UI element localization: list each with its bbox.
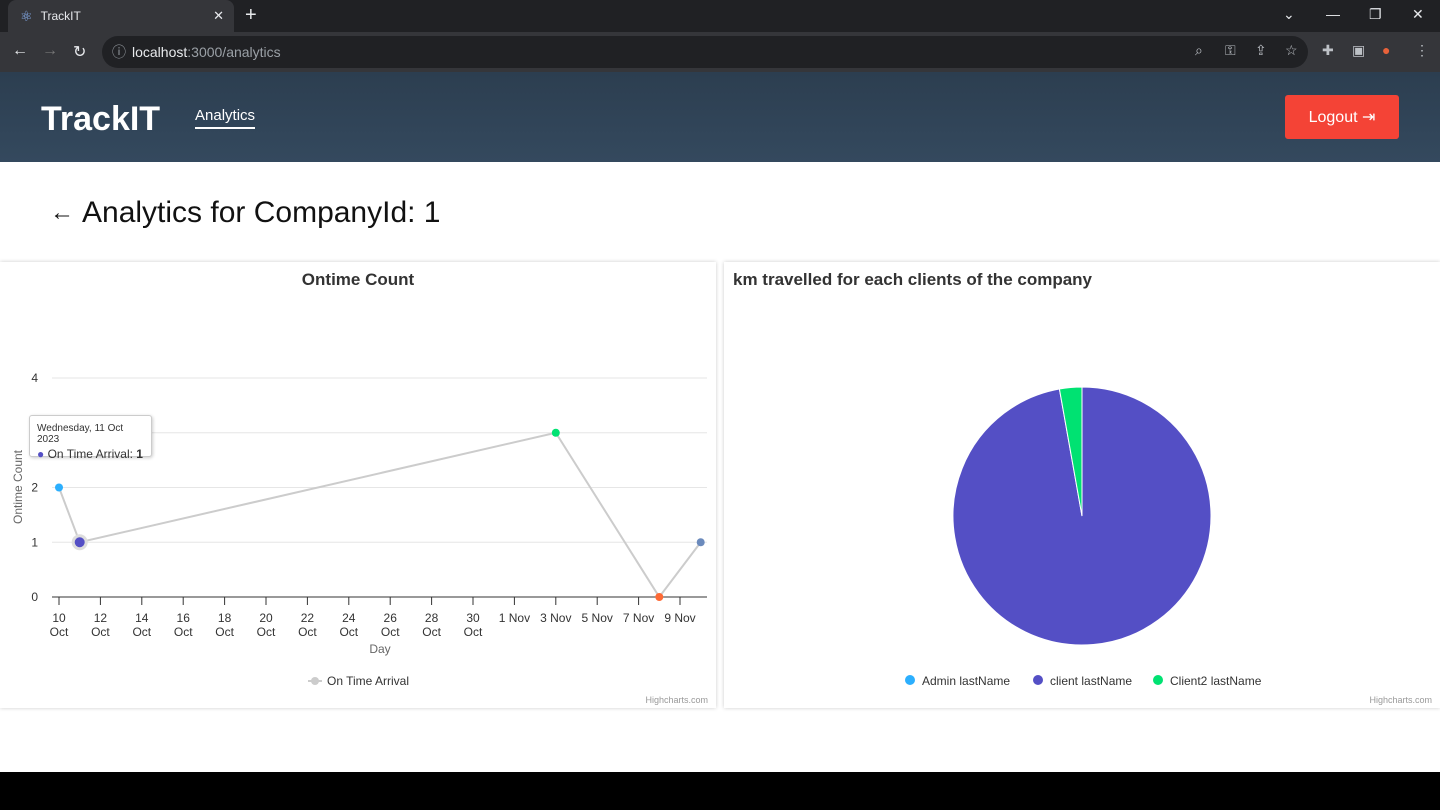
x-tick-label: Oct — [132, 625, 151, 639]
page: TrackIT Analytics Logout ⇥ ← Analytics fo… — [0, 72, 1440, 772]
x-tick-label: Oct — [91, 625, 110, 639]
x-tick-label: 20 — [259, 611, 273, 625]
km-pie-chart: km travelled for each clients of the com… — [724, 262, 1440, 708]
x-tick-label: 1 Nov — [499, 611, 530, 625]
x-tick-label: 24 — [342, 611, 356, 625]
tooltip-value: 1 — [136, 447, 143, 461]
x-tick-label: Oct — [50, 625, 69, 639]
brand-logo[interactable]: TrackIT — [41, 100, 160, 139]
x-tick-label: 26 — [384, 611, 398, 625]
data-point — [551, 428, 560, 437]
menu-icon[interactable]: ⋮ — [1415, 42, 1429, 59]
sidepanel-icon[interactable]: ▣ — [1352, 42, 1365, 59]
ontime-chart: Ontime Count0123410Oct12Oct14Oct16Oct18O… — [0, 262, 716, 708]
app-header: TrackIT Analytics Logout ⇥ — [0, 72, 1440, 162]
x-tick-label: 14 — [135, 611, 149, 625]
info-icon: ⓘ — [112, 44, 126, 60]
x-tick-label: 7 Nov — [623, 611, 654, 625]
series-line — [58, 431, 702, 599]
highcharts-credit[interactable]: Highcharts.com — [1369, 695, 1432, 705]
new-tab-icon[interactable]: + — [245, 4, 257, 27]
close-window-icon[interactable]: ✕ — [1412, 6, 1424, 23]
minimize-icon[interactable]: — — [1326, 6, 1340, 22]
legend-symbol — [311, 677, 319, 685]
reload-icon[interactable]: ↻ — [73, 42, 86, 62]
share-icon[interactable]: ⇪ — [1255, 42, 1267, 59]
key-icon[interactable]: ⚿ — [1225, 42, 1236, 59]
legend-item: Client2 lastName — [1170, 674, 1262, 688]
x-tick-label: 9 Nov — [664, 611, 695, 625]
data-point — [55, 483, 63, 492]
browser-toolbar: ← → ↻ ⓘ localhost:3000/analytics ⌕ ⚿ ⇪ ☆ … — [0, 32, 1440, 72]
x-tick-label: Oct — [174, 625, 193, 639]
browser-tab[interactable]: ⚛ TrackIT ✕ — [8, 0, 234, 32]
url-path: :3000/analytics — [187, 44, 281, 60]
y-axis-title: Ontime Count — [11, 449, 25, 524]
restore-icon[interactable]: ❐ — [1369, 6, 1382, 23]
url-host: localhost — [132, 44, 188, 60]
star-icon[interactable]: ☆ — [1285, 42, 1298, 59]
y-tick-label: 1 — [31, 535, 38, 549]
tooltip-date: Wednesday, 11 Oct 2023 — [37, 423, 124, 445]
legend-item: Admin lastName — [922, 674, 1010, 688]
data-point — [655, 593, 664, 601]
zoom-icon[interactable]: ⌕ — [1195, 42, 1203, 59]
nav-analytics[interactable]: Analytics — [195, 107, 256, 129]
x-tick-label: Oct — [298, 625, 317, 639]
x-tick-label: Oct — [339, 625, 358, 639]
close-tab-icon[interactable]: ✕ — [213, 8, 224, 24]
back-icon[interactable]: ← — [12, 42, 28, 60]
x-tick-label: 12 — [94, 611, 108, 625]
browser-tabbar: ⚛ TrackIT ✕ + ⌄ — ❐ ✕ — [0, 0, 1440, 32]
tab-search-icon[interactable]: ⌄ — [1283, 6, 1295, 23]
data-point — [74, 537, 85, 548]
highcharts-credit[interactable]: Highcharts.com — [645, 695, 708, 705]
logout-button[interactable]: Logout ⇥ — [1285, 95, 1399, 139]
taskbar — [0, 772, 1440, 810]
x-tick-label: Oct — [215, 625, 234, 639]
tab-title: TrackIT — [40, 9, 81, 23]
y-tick-label: 2 — [31, 481, 38, 495]
legend-symbol — [1033, 675, 1043, 685]
x-tick-label: 10 — [52, 611, 66, 625]
x-tick-label: Oct — [257, 625, 276, 639]
chart-title: km travelled for each clients of the com… — [733, 270, 1093, 289]
x-tick-label: 16 — [177, 611, 191, 625]
forward-icon[interactable]: → — [42, 42, 58, 60]
page-title: ← Analytics for CompanyId: 1 — [50, 196, 441, 230]
extensions-icon[interactable]: ✚ — [1322, 42, 1334, 59]
logout-icon: ⇥ — [1361, 109, 1376, 126]
chart-tooltip: Wednesday, 11 Oct 2023 ● On Time Arrival… — [29, 415, 152, 461]
x-tick-label: Oct — [464, 625, 483, 639]
x-tick-label: Oct — [381, 625, 400, 639]
x-tick-label: 28 — [425, 611, 439, 625]
x-tick-label: 30 — [466, 611, 480, 625]
react-icon: ⚛ — [20, 7, 33, 24]
y-tick-label: 0 — [31, 590, 38, 604]
logout-label: Logout — [1308, 109, 1358, 126]
profile-avatar[interactable]: ● — [1382, 42, 1390, 58]
arrow-left-icon[interactable]: ← — [50, 199, 74, 227]
x-tick-label: 3 Nov — [540, 611, 571, 625]
x-tick-label: 18 — [218, 611, 232, 625]
legend-item: client lastName — [1050, 674, 1132, 688]
data-point — [696, 538, 705, 547]
legend-item: On Time Arrival — [327, 674, 409, 688]
tooltip-label: On Time Arrival: — [47, 447, 137, 461]
legend-symbol — [1153, 675, 1163, 685]
y-tick-label: 4 — [31, 371, 38, 385]
x-tick-label: Oct — [422, 625, 441, 639]
chart-title: Ontime Count — [302, 270, 415, 289]
legend-symbol — [905, 675, 915, 685]
x-axis-title: Day — [369, 642, 390, 656]
x-tick-label: 5 Nov — [582, 611, 613, 625]
address-bar[interactable]: ⓘ localhost:3000/analytics — [102, 36, 1308, 68]
x-tick-label: 22 — [301, 611, 315, 625]
page-title-text: Analytics for CompanyId: 1 — [82, 196, 441, 229]
